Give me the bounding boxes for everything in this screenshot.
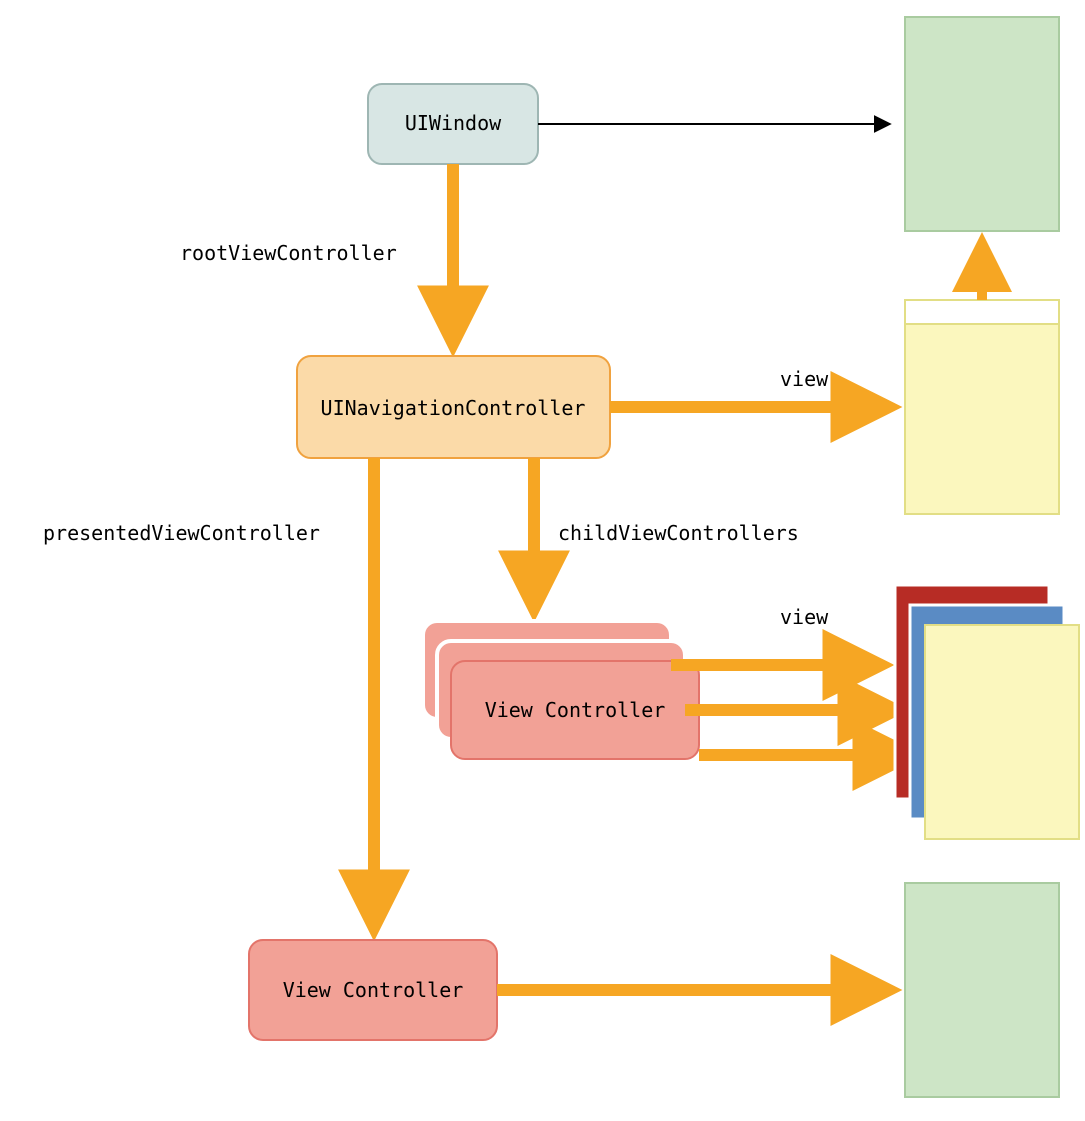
label-rootviewcontroller: rootViewController bbox=[180, 241, 397, 265]
child-viewcontroller-stack: View Controller bbox=[423, 621, 699, 759]
diagram-canvas: UIWindow rootViewController UINavigation… bbox=[0, 0, 1085, 1121]
label-childviewcontrollers: childViewControllers bbox=[558, 521, 799, 545]
uiwindow-label: UIWindow bbox=[405, 111, 502, 135]
screen-green-top bbox=[905, 17, 1059, 231]
label-presentedviewcontroller: presentedViewController bbox=[43, 521, 320, 545]
presented-viewcontroller-node: View Controller bbox=[249, 940, 497, 1040]
uiwindow-node: UIWindow bbox=[368, 84, 538, 164]
label-nav-view: view bbox=[780, 367, 829, 391]
screen-stack bbox=[895, 585, 1079, 839]
presented-viewcontroller-label: View Controller bbox=[283, 978, 464, 1002]
label-child-view: view bbox=[780, 605, 829, 629]
child-viewcontroller-label: View Controller bbox=[485, 698, 666, 722]
screen-yellow-nav bbox=[905, 300, 1059, 514]
navigationcontroller-label: UINavigationController bbox=[321, 396, 586, 420]
screen-green-bottom bbox=[905, 883, 1059, 1097]
navigationcontroller-node: UINavigationController bbox=[297, 356, 610, 458]
